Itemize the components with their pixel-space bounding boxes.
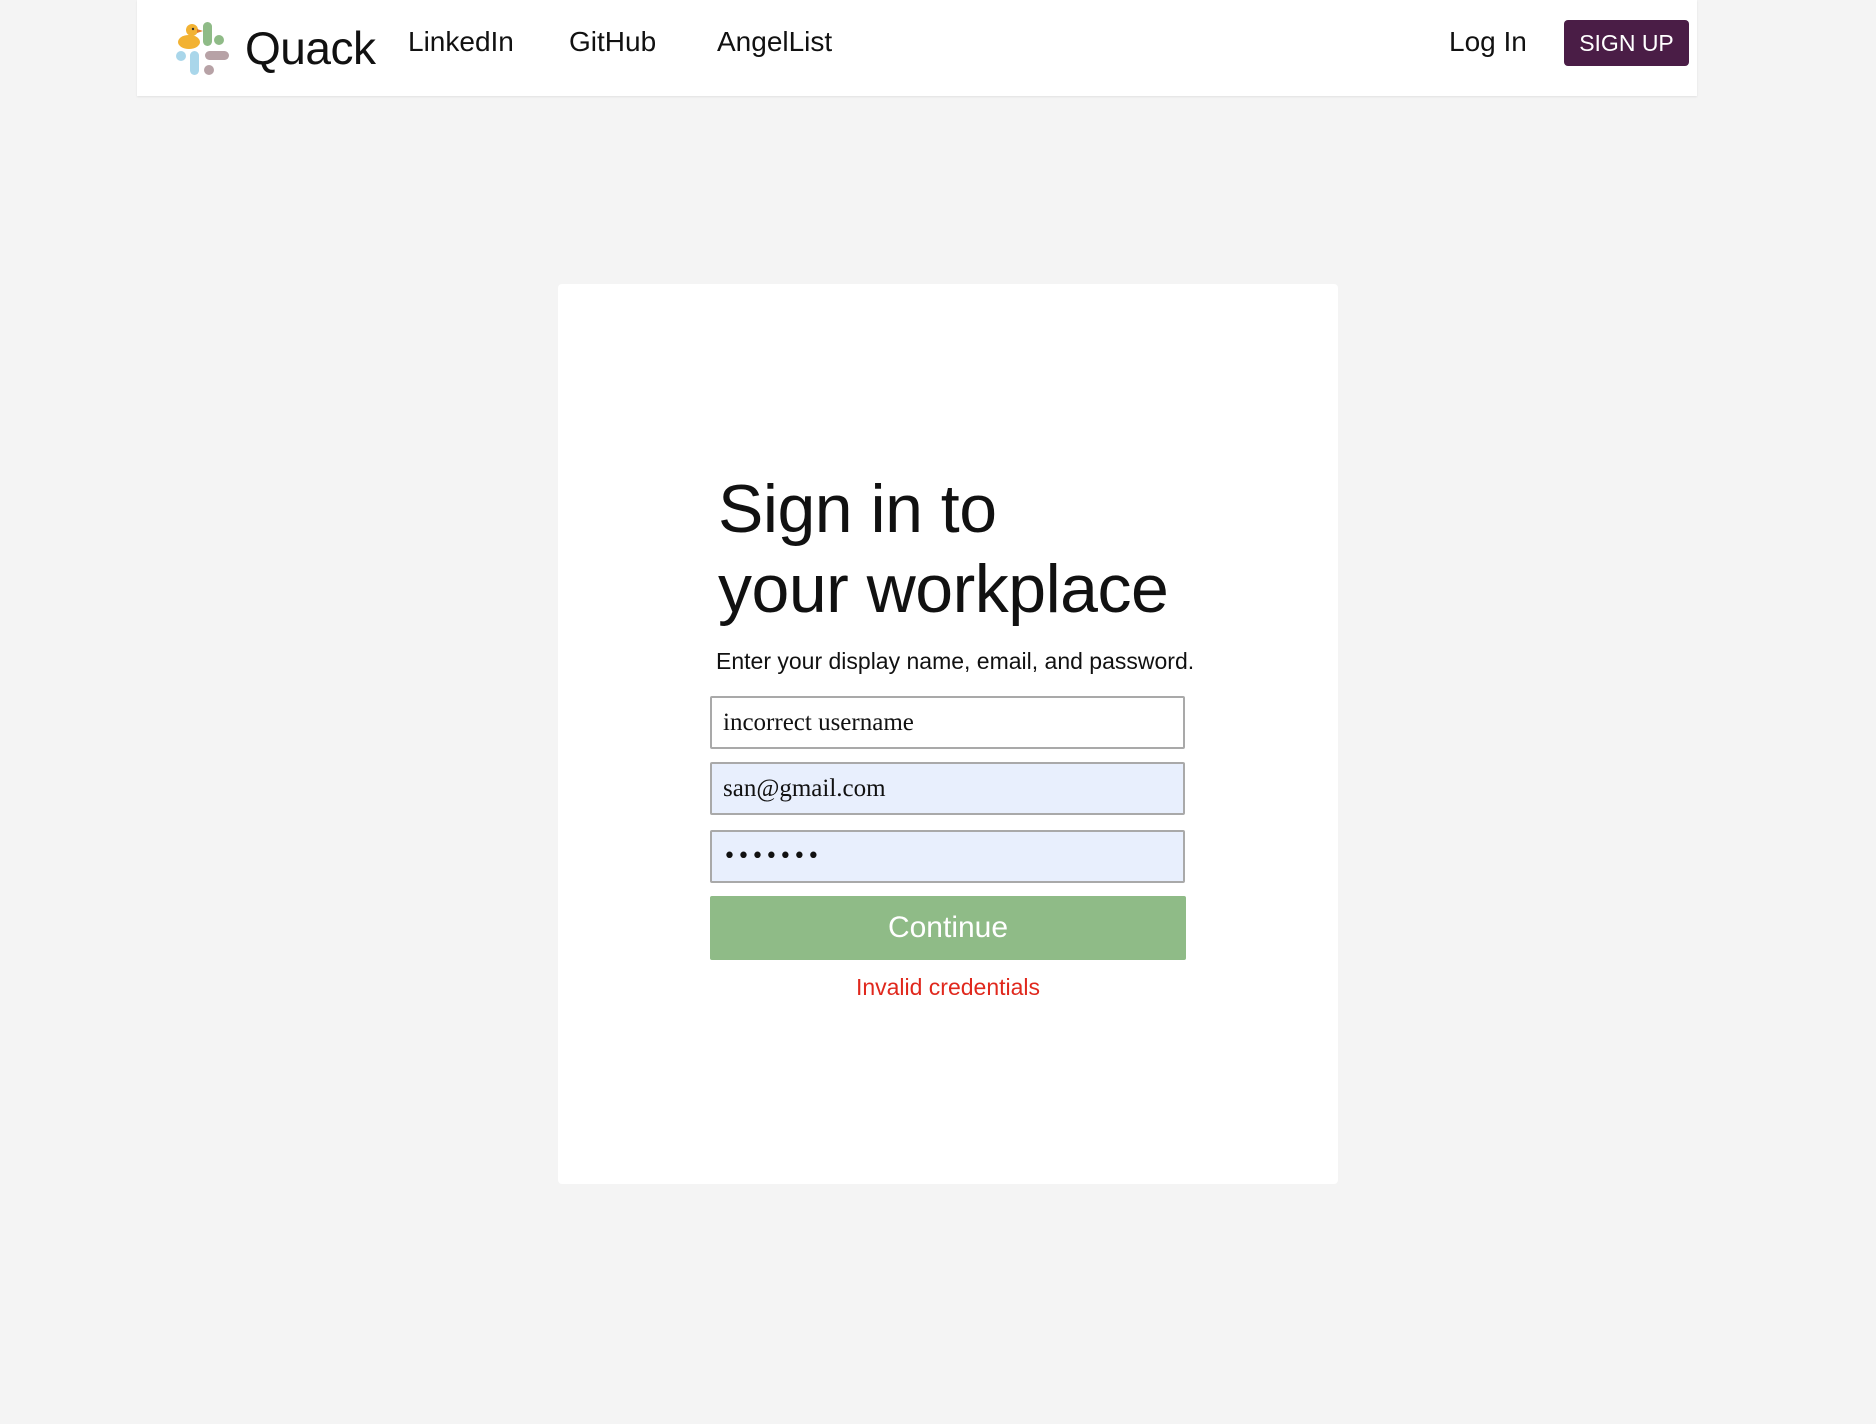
email-input[interactable] — [710, 762, 1185, 815]
signin-card: Sign in to your workplace Enter your dis… — [558, 284, 1338, 1184]
brand-name: Quack — [245, 22, 376, 74]
login-link[interactable]: Log In — [1449, 24, 1527, 60]
brand-home-link[interactable]: Quack — [171, 18, 376, 78]
page-title-line-2: your workplace — [718, 551, 1169, 627]
password-input[interactable] — [710, 830, 1185, 883]
nav-github-link[interactable]: GitHub — [569, 24, 656, 60]
continue-button[interactable]: Continue — [710, 896, 1186, 960]
page-title-line-1: Sign in to — [718, 471, 997, 547]
signin-instructions: Enter your display name, email, and pass… — [716, 648, 1195, 674]
top-navbar: Quack LinkedIn GitHub AngelList Log In S… — [137, 0, 1697, 96]
quack-logo-icon — [176, 22, 229, 75]
nav-linkedin-link[interactable]: LinkedIn — [408, 24, 514, 60]
nav-angellist-link[interactable]: AngelList — [717, 24, 832, 60]
display-name-input[interactable] — [710, 696, 1185, 749]
error-message: Invalid credentials — [855, 974, 1041, 1000]
page-title: Sign in to your workplace — [718, 469, 1238, 629]
signup-button[interactable]: SIGN UP — [1564, 20, 1689, 66]
